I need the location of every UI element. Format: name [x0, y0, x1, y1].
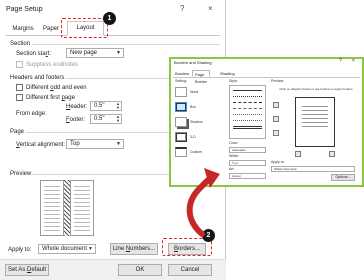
- left-edge-button[interactable]: [295, 151, 301, 157]
- ok-button[interactable]: OK: [118, 264, 162, 276]
- style-dashed[interactable]: [233, 102, 262, 103]
- width-label: Width:: [229, 154, 239, 158]
- art-select[interactable]: (none): [229, 173, 266, 179]
- footer-value: 0.5": [94, 116, 105, 122]
- style-double[interactable]: [233, 126, 262, 129]
- color-select[interactable]: Automatic: [229, 147, 266, 153]
- setting-none-label: None: [190, 90, 199, 94]
- close-button[interactable]: ×: [352, 59, 355, 64]
- cancel-button[interactable]: Cancel: [168, 264, 212, 276]
- options-button[interactable]: Options...: [331, 174, 355, 181]
- preview-label: Preview: [271, 79, 284, 83]
- dialog-title: Borders and Shading: [174, 60, 212, 65]
- style-dash-dot-dot[interactable]: [233, 120, 262, 121]
- spin-down-icon[interactable]: ▼: [116, 106, 120, 110]
- line-numbers-button[interactable]: Line Numbers...: [110, 243, 158, 255]
- page-heading: Page: [10, 129, 25, 135]
- tab-strip-border: [6, 35, 220, 36]
- setting-shadow-label: Shadow: [190, 120, 203, 124]
- left-border-button[interactable]: [273, 130, 279, 136]
- tab-borders[interactable]: Borders: [173, 70, 191, 77]
- odd-even-label: Different odd and even: [26, 85, 87, 91]
- bs-apply-to-label: Apply to:: [271, 160, 285, 164]
- setting-box-label: Box: [190, 105, 197, 109]
- preview-left-page: [40, 180, 64, 236]
- setting-box-icon[interactable]: [175, 102, 187, 112]
- first-page-label: Different first page: [26, 95, 75, 101]
- top-border-button[interactable]: [273, 102, 279, 108]
- suppress-endnotes-label: Suppress endnotes: [26, 62, 78, 68]
- preview-hint: Click on diagram below or use buttons to…: [279, 87, 353, 91]
- help-button[interactable]: ?: [339, 59, 342, 64]
- section-start-select[interactable]: New page ▼: [66, 48, 124, 58]
- section-heading: Section: [10, 41, 31, 47]
- style-list[interactable]: [229, 85, 266, 139]
- setting-none-icon[interactable]: [175, 87, 187, 97]
- layout-tab-highlight: [61, 18, 108, 38]
- from-edge-label: From edge:: [16, 111, 47, 117]
- apply-to-value: Whole document: [42, 246, 88, 252]
- callout-badge-1: 1: [103, 12, 116, 25]
- tab-page-border[interactable]: Page Border: [192, 70, 211, 84]
- section-start-label: Section start:: [16, 51, 52, 57]
- tab-shading[interactable]: Shading: [218, 70, 237, 77]
- preview-right-page: [70, 180, 94, 236]
- bottom-border-button[interactable]: [273, 116, 279, 122]
- section-divider: [32, 44, 220, 45]
- spin-down-icon[interactable]: ▼: [116, 119, 120, 123]
- preview-heading: Preview: [10, 171, 32, 177]
- chevron-down-icon: ▼: [116, 141, 121, 147]
- setting-custom-label: Custom: [190, 150, 203, 154]
- setting-3d-label: 3-D: [190, 135, 196, 139]
- first-page-checkbox[interactable]: [16, 94, 23, 101]
- chevron-down-icon: ▼: [88, 246, 93, 252]
- setting-shadow-icon[interactable]: [175, 117, 187, 127]
- color-label: Color:: [229, 141, 239, 145]
- suppress-endnotes-checkbox[interactable]: [16, 61, 23, 68]
- style-dotted[interactable]: [233, 96, 262, 97]
- setting-label: Setting:: [175, 79, 187, 83]
- vertical-alignment-select[interactable]: Top ▼: [66, 139, 124, 149]
- border-preview-page[interactable]: [295, 97, 335, 147]
- apply-to-label: Apply to:: [8, 247, 32, 253]
- odd-even-checkbox[interactable]: [16, 84, 23, 91]
- headers-footers-heading: Headers and footers: [10, 75, 65, 81]
- header-value: 0.5": [94, 103, 105, 109]
- width-select[interactable]: ½ pt: [229, 160, 266, 166]
- arrow-pointer-icon: [186, 168, 220, 237]
- vertical-alignment-value: Top: [70, 141, 80, 147]
- style-dash-long[interactable]: [233, 108, 262, 109]
- setting-3d-icon[interactable]: [175, 132, 187, 142]
- bs-apply-to-select[interactable]: Whole document: [271, 166, 355, 172]
- vertical-alignment-label: Vertical alignment:: [16, 142, 66, 148]
- right-edge-button[interactable]: [329, 151, 335, 157]
- header-spinner[interactable]: 0.5" ▲ ▼: [90, 101, 122, 111]
- section-start-value: New page: [70, 50, 98, 56]
- footer-spinner[interactable]: 0.5" ▲ ▼: [90, 114, 122, 124]
- chevron-down-icon: ▼: [116, 50, 121, 56]
- style-label: Style:: [229, 79, 238, 83]
- style-dash-dot[interactable]: [233, 114, 262, 115]
- header-label: Header:: [66, 104, 88, 110]
- help-button[interactable]: ?: [180, 5, 184, 13]
- apply-to-select[interactable]: Whole document ▼: [38, 244, 96, 254]
- set-as-default-button[interactable]: Set As Default: [5, 264, 49, 276]
- setting-custom-icon[interactable]: [175, 147, 187, 157]
- tab-margins[interactable]: Margins: [10, 23, 36, 35]
- close-button[interactable]: ×: [208, 5, 213, 13]
- footer-label: Footer:: [66, 117, 86, 123]
- preview-pages: [40, 180, 94, 236]
- dialog-title: Page Setup: [6, 6, 43, 13]
- style-solid[interactable]: [233, 90, 262, 91]
